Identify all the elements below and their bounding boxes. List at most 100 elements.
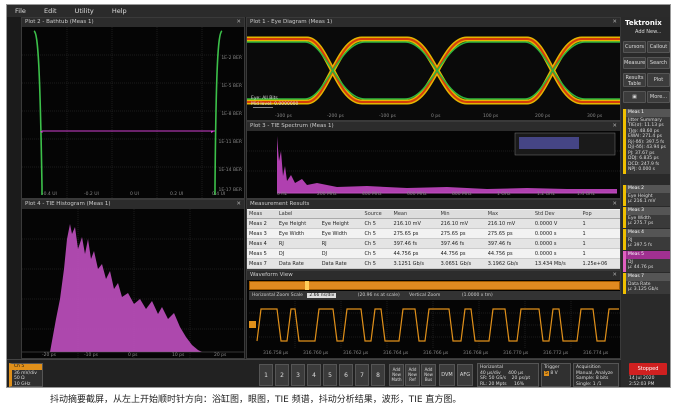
cell: RJ [276, 238, 320, 249]
cell: 216.10 mV [438, 218, 486, 229]
histogram-xtick: 0 ps [128, 353, 138, 358]
dvm-button[interactable]: DVM [439, 364, 455, 386]
menu-bar: File Edit Utility Help [7, 5, 670, 17]
close-icon[interactable]: ✕ [236, 200, 241, 209]
channel-5-button[interactable]: 5 [323, 364, 337, 386]
bathtub-ytick: 1E-11 BER [218, 140, 242, 145]
acquisition-badge[interactable]: Acquisition Manual, Analyze Sample: 8 bi… [573, 363, 619, 387]
search-button[interactable]: Search [647, 57, 670, 69]
menu-help[interactable]: Help [104, 5, 135, 17]
channel-2-button[interactable]: 2 [275, 364, 289, 386]
cell: 216.10 mV [391, 218, 439, 229]
close-icon[interactable]: ✕ [612, 18, 617, 27]
svg-text:▸: ▸ [211, 129, 214, 135]
meas2-line: μ: 216.1 mV [628, 199, 656, 204]
plot-button[interactable]: Plot [647, 73, 670, 87]
histogram-xtick: 20 ps [214, 353, 227, 358]
spectrum-xtick: 200 MHz [317, 192, 337, 197]
meas5-title: Meas 5 [626, 251, 670, 259]
waveform-xtick: 316.772 μs [543, 351, 569, 356]
results-table-button[interactable]: Results Table [623, 73, 646, 87]
cell: Meas 5 [247, 248, 277, 259]
waveform-xtick: 316.774 μs [583, 351, 609, 356]
cell: Meas 2 [247, 218, 277, 229]
channel-8-button[interactable]: 8 [371, 364, 385, 386]
bathtub-ytick: 1E-5 BER [221, 84, 242, 89]
cell: 1 [580, 248, 620, 259]
add-ref-button[interactable]: Add New Ref [405, 364, 420, 386]
table-row[interactable]: Meas 3 Eye Width Eye Width Ch 5 275.65 ps 275… [247, 228, 620, 239]
spectrum-xtick: 400 MHz [362, 192, 382, 197]
close-icon[interactable]: ✕ [236, 18, 241, 27]
spectrum-chart [247, 132, 620, 194]
bathtub-chart: ◂ ▸ [22, 27, 244, 198]
histogram-xtick: 10 ps [172, 353, 185, 358]
eye-xtick: 0 ps [431, 114, 441, 119]
menu-utility[interactable]: Utility [67, 5, 102, 17]
waveform-view: Waveform View ✕ Horizontal Zoom Scale 2.6… [246, 270, 621, 359]
results-table: Meas Label Source Mean Min Max Std Dev P… [247, 210, 620, 269]
table-row[interactable]: Meas 7 Data Rate Data Rate Ch 5 3.1251 Gb/s 3… [247, 258, 620, 269]
cell: Ch 5 [362, 218, 392, 229]
meas7-badge[interactable]: Meas 7 Data Rate μ: 3.125 Gb/s [623, 273, 670, 294]
meas3-badge[interactable]: Meas 3 Eye Width μ: 275.7 ps [623, 207, 670, 228]
hzoom-label: Horizontal Zoom Scale [252, 293, 303, 298]
trigger-source: 5 [544, 370, 549, 376]
settings-bar: Ch 5 36 mV/div 50 Ω 10 GHz 1 2 3 4 5 6 7… [7, 359, 621, 387]
ch5-badge[interactable]: Ch 5 36 mV/div 50 Ω 10 GHz [9, 363, 43, 387]
more-button[interactable]: More... [647, 91, 670, 103]
channel-6-button[interactable]: 6 [339, 364, 353, 386]
position-percent: 16% [514, 381, 525, 387]
meas1-title: Meas 1 [626, 109, 670, 117]
channel-1-button[interactable]: 1 [259, 364, 273, 386]
horizontal-scale: 40 μs/div [480, 370, 501, 376]
horizontal-badge[interactable]: Horizontal 40 μs/div 400 μs SR: 50 GS/s … [477, 363, 539, 387]
right-sidebar: Tektronix Add New... Cursors Callout Mea… [621, 17, 670, 387]
cell: Ch 5 [362, 248, 392, 259]
menu-edit[interactable]: Edit [36, 5, 65, 17]
callout-button[interactable]: Callout [647, 41, 670, 53]
add-new-label[interactable]: Add New... [635, 29, 661, 35]
channel-4-button[interactable]: 4 [307, 364, 321, 386]
waveform-xtick: 316.766 μs [423, 351, 449, 356]
channel-7-button[interactable]: 7 [355, 364, 369, 386]
trigger-badge[interactable]: Trigger 5 8 V [541, 363, 571, 387]
cell: Eye Height [276, 218, 320, 229]
measure-button[interactable]: Measure [623, 57, 646, 69]
bathtub-ytick: 1E-14 BER [218, 168, 242, 173]
meas7-line: μ: 3.125 Gb/s [628, 287, 659, 292]
figure-caption: 抖动摘要截屏，从左上开始顺时针方向：浴缸图，眼图，TIE 频谱，抖动分析结果，波… [50, 395, 462, 405]
meas4-badge[interactable]: Meas 4 RJ μ: 397.5 fs [623, 229, 670, 250]
waveform-title: Waveform View [250, 272, 293, 278]
meas5-badge[interactable]: Meas 5 DJ μ: 44.76 ps [623, 251, 670, 272]
channel-3-button[interactable]: 3 [291, 364, 305, 386]
close-icon[interactable]: ✕ [612, 122, 617, 131]
bathtub-xtick: -0.4 UI [42, 192, 57, 197]
cell: 1 [580, 238, 620, 249]
meas2-badge[interactable]: Meas 2 Eye Height μ: 216.1 mV [623, 185, 670, 206]
table-row[interactable]: Meas 5 DJ DJ Ch 5 44.756 ps 44.756 ps 44.756 p… [247, 248, 620, 259]
col-header: Meas [247, 210, 277, 219]
stopped-indicator[interactable]: Stopped [629, 363, 667, 375]
table-row[interactable]: Meas 4 RJ RJ Ch 5 397.46 fs 397.46 fs 397.46 f… [247, 238, 620, 249]
spectrum-xtick: 1 GHz [497, 192, 511, 197]
bathtub-xtick: 0 UI [130, 192, 139, 197]
add-bus-button[interactable]: Add New Bus [421, 364, 436, 386]
waveform-zoom-marker[interactable] [305, 281, 309, 290]
close-icon[interactable]: ✕ [612, 271, 617, 280]
hzoom-value[interactable]: 2.66 ns/div [307, 293, 337, 298]
col-header: Mean [391, 210, 439, 219]
menu-file[interactable]: File [7, 5, 34, 17]
cursors-button[interactable]: Cursors [623, 41, 646, 53]
meas1-badge[interactable]: Meas 1 Jitter Summary TIE(σ): 11.13 ps T… [623, 109, 670, 174]
cell: 1 [580, 218, 620, 229]
cell: 275.65 ps [391, 228, 439, 239]
afg-button[interactable]: AFG [457, 364, 473, 386]
screenshot-icon[interactable]: ▣ [623, 91, 646, 103]
table-row[interactable]: Meas 2 Eye Height Eye Height Ch 5 216.10 mV 2… [247, 218, 620, 229]
close-icon[interactable]: ✕ [612, 200, 617, 209]
meas1-line: NPJ: 0.000 s [628, 167, 656, 172]
add-math-button[interactable]: Add New Math [389, 364, 404, 386]
cell: Meas 4 [247, 238, 277, 249]
hzoom-position: (20.96 ns at scale) [357, 293, 400, 298]
